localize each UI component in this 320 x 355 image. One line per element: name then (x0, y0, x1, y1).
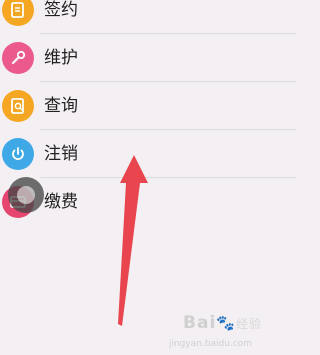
watermark-sub: 经验 (235, 317, 262, 331)
annotation-arrow (118, 155, 148, 326)
watermark-brand: Bai (183, 313, 217, 333)
watermark-url: jingyan.baidu.com (168, 339, 252, 349)
baidu-watermark-logo: Bai🐾经验 (183, 313, 262, 333)
